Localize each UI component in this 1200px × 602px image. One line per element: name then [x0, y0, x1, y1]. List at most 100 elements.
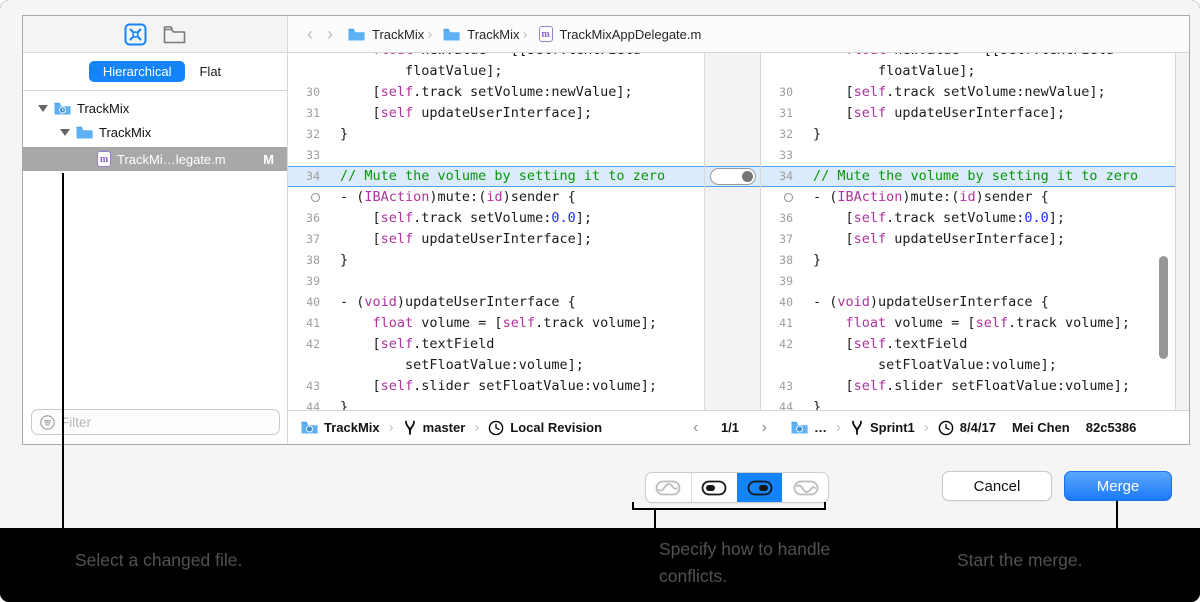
code-line: 30 [self.track setVolume:newValue];	[288, 82, 704, 103]
code-line: 41 float volume = [self.track volume];	[288, 313, 704, 334]
breadcrumb-item-project[interactable]: TrackMix	[348, 27, 424, 42]
code-text: float volume = [self.track volume];	[845, 315, 1130, 331]
folder-icon	[76, 126, 93, 138]
code-line: floatValue];	[761, 61, 1175, 82]
code-text: [self.track setVolume:0.0];	[340, 210, 592, 226]
code-text: [self updateUserInterface];	[340, 231, 592, 247]
revision-menu[interactable]: Local Revision	[510, 420, 602, 435]
project-menu[interactable]: TrackMix	[324, 420, 380, 435]
line-number: 32	[306, 127, 320, 141]
next-conflict-chevron[interactable]: ›	[762, 419, 767, 437]
code-text: }	[813, 252, 822, 268]
merge-gutter	[704, 53, 761, 410]
code-text: // Mute the volume by setting it to zero	[813, 168, 1139, 184]
code-text: - (IBAction)mute:(id)sender {	[813, 189, 1049, 205]
code-line: 44}	[761, 397, 1175, 410]
code-text: floatValue];	[813, 63, 976, 79]
line-number: 34	[779, 169, 793, 183]
breadcrumb-separator: ›	[522, 25, 528, 43]
folder-icon	[443, 28, 460, 40]
tree-item-file-selected[interactable]: m TrackMi…legate.m M	[23, 147, 287, 171]
branch-menu[interactable]: master	[423, 420, 466, 435]
code-line: 41 float volume = [self.track volume];	[761, 313, 1175, 334]
line-number	[761, 355, 813, 376]
code-text: - (void)updateUserInterface {	[340, 294, 576, 310]
breadcrumb-label: TrackMix	[467, 26, 520, 42]
line-number: 41	[306, 316, 320, 330]
line-number: 33	[306, 148, 320, 162]
line-number: 39	[779, 274, 793, 288]
objc-file-icon: m	[538, 26, 553, 42]
revision-date[interactable]: 8/4/17	[960, 420, 996, 435]
line-number: 40	[306, 295, 320, 309]
conflict-pager: ‹ 1/1 ›	[693, 411, 767, 444]
revision-hash: 82c5386	[1085, 420, 1137, 435]
code-line: 31 [self updateUserInterface];	[288, 103, 704, 124]
callout-line-conflicts	[654, 508, 656, 528]
back-chevron-icon[interactable]: ‹	[307, 25, 313, 43]
code-comparison[interactable]: float newValue = [[self.textField floatV…	[288, 53, 1189, 410]
line-number: 39	[306, 274, 320, 288]
filter-field[interactable]	[31, 409, 280, 435]
code-text: float newValue = [[self.textField	[813, 53, 1114, 61]
line-number: 43	[306, 379, 320, 393]
disclosure-triangle-icon[interactable]	[60, 128, 70, 136]
repo-folder-icon	[791, 421, 808, 434]
take-both-right-first-button[interactable]	[782, 473, 828, 502]
code-text: float newValue = [[self.textField	[340, 53, 641, 61]
version-editor-icon[interactable]	[124, 23, 147, 46]
branch-menu[interactable]: Sprint1	[870, 420, 915, 435]
tab-flat[interactable]: Flat	[199, 64, 221, 79]
folder-view-icon[interactable]	[163, 25, 186, 44]
conflict-resolution-segmented-control	[645, 472, 829, 503]
code-line: 39	[761, 271, 1175, 292]
figure: Hierarchical Flat TrackMix TrackMix m Tr…	[0, 0, 1200, 602]
view-mode-tabs: Hierarchical Flat	[23, 53, 287, 91]
branch-icon	[404, 420, 415, 435]
comparison-editor: ‹ › TrackMix › TrackMix › m TrackMixAppD…	[288, 16, 1189, 444]
tab-hierarchical[interactable]: Hierarchical	[88, 61, 186, 82]
code-line: float newValue = [[self.textField	[761, 53, 1175, 61]
take-both-left-first-button[interactable]	[646, 473, 691, 502]
code-line: setFloatValue:volume];	[288, 355, 704, 376]
line-number: 30	[779, 85, 793, 99]
code-line: 40 - (void)updateUserInterface {	[288, 292, 704, 313]
breadcrumb-item-folder[interactable]: TrackMix	[443, 26, 520, 42]
separator: ›	[836, 419, 841, 436]
code-line: 30 [self.track setVolume:newValue];	[761, 82, 1175, 103]
code-line: 36 [self.track setVolume:0.0];	[288, 208, 704, 229]
disclosure-triangle-icon[interactable]	[38, 104, 48, 112]
line-number	[288, 187, 340, 208]
objc-file-icon: m	[97, 151, 111, 167]
filter-input[interactable]	[61, 414, 271, 430]
tree-item-folder[interactable]: TrackMix	[23, 121, 287, 143]
local-revision-bar: TrackMix › master › Local Revision	[301, 411, 602, 444]
code-text: }	[813, 399, 822, 410]
cancel-button[interactable]: Cancel	[942, 471, 1052, 501]
scrollbar-thumb[interactable]	[1159, 256, 1168, 359]
take-right-button[interactable]	[736, 473, 783, 502]
both-left-first-icon	[655, 480, 681, 495]
line-number: 43	[779, 379, 793, 393]
line-number: 38	[306, 253, 320, 267]
filter-icon	[40, 414, 55, 430]
breadcrumb-label: TrackMix	[372, 26, 425, 42]
ibaction-connection-icon[interactable]	[311, 193, 320, 202]
conflict-toggle-switch[interactable]	[710, 168, 756, 185]
line-number: 31	[779, 106, 793, 120]
breadcrumb-item-file[interactable]: m TrackMixAppDelegate.m	[538, 26, 701, 42]
code-text: floatValue];	[340, 63, 503, 79]
project-menu[interactable]: …	[814, 420, 827, 435]
code-line-conflict: 34 // Mute the volume by setting it to ze…	[288, 166, 704, 187]
clock-icon	[488, 420, 504, 435]
prev-conflict-chevron[interactable]: ‹	[693, 419, 698, 437]
code-line: 38}	[288, 250, 704, 271]
forward-chevron-icon[interactable]: ›	[327, 25, 333, 43]
line-number: 30	[306, 85, 320, 99]
code-pane-local[interactable]: float newValue = [[self.textField floatV…	[288, 53, 704, 410]
merge-button[interactable]: Merge	[1064, 471, 1172, 501]
code-pane-remote[interactable]: float newValue = [[self.textField floatV…	[761, 53, 1175, 410]
tree-item-project[interactable]: TrackMix	[23, 97, 287, 119]
ibaction-connection-icon[interactable]	[784, 193, 793, 202]
take-left-button[interactable]	[690, 473, 737, 502]
